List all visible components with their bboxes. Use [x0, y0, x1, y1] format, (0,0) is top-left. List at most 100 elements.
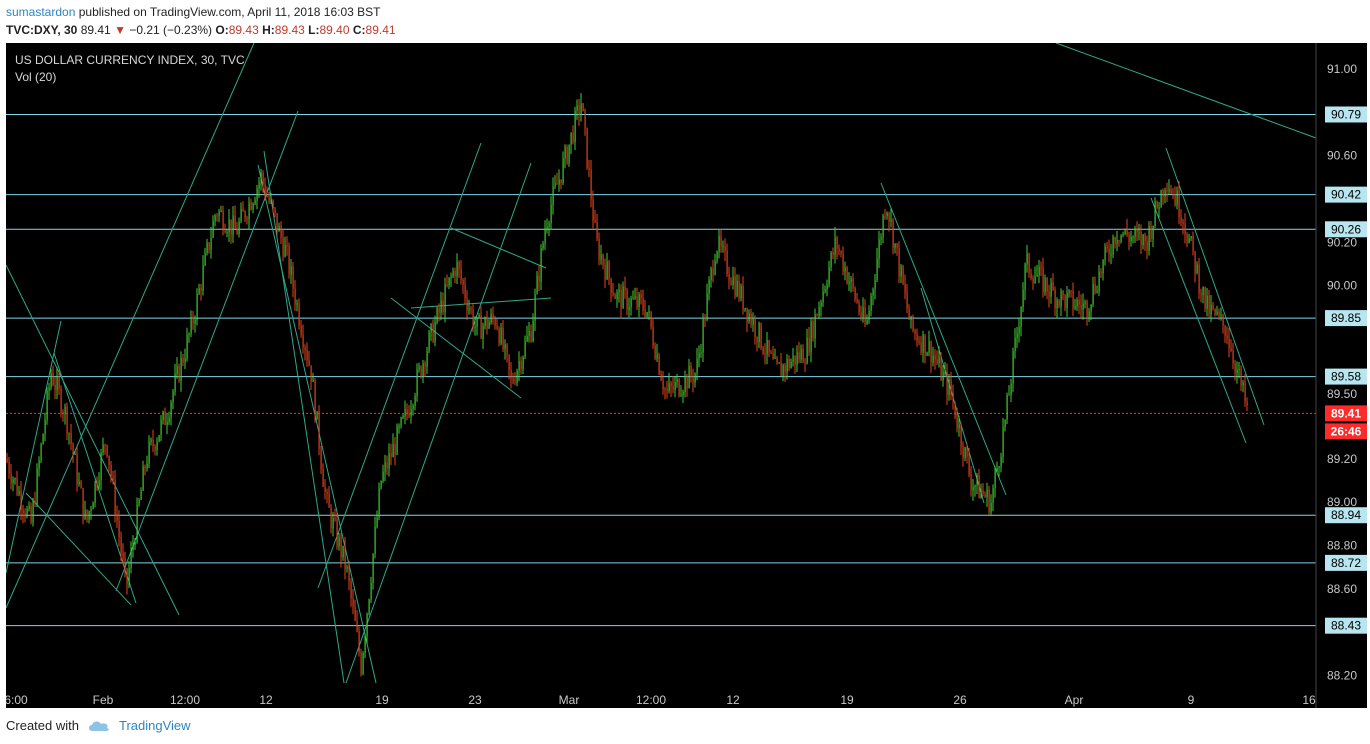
candle [1206, 287, 1208, 317]
candle [212, 215, 214, 239]
candle [1220, 307, 1222, 321]
candle-body [302, 335, 304, 348]
candle-body [728, 274, 730, 281]
candle-body [172, 391, 174, 403]
candle-body [1148, 226, 1150, 251]
candle [884, 208, 886, 220]
candle [1214, 308, 1216, 317]
candle [310, 365, 312, 390]
candle [1082, 293, 1084, 320]
candle-body [1118, 240, 1120, 242]
candle-body [1224, 325, 1226, 336]
candle-body [1122, 234, 1124, 236]
candle [530, 324, 532, 343]
candle [344, 536, 346, 580]
candle [434, 315, 436, 347]
candle [902, 264, 904, 286]
candle-body [156, 441, 158, 451]
candle [558, 169, 560, 192]
candle-body [588, 168, 590, 170]
candle [80, 479, 82, 489]
candle-body [756, 336, 758, 342]
candle [992, 484, 994, 512]
candle-body [742, 285, 744, 310]
candle [298, 298, 300, 330]
candle-body [1170, 189, 1172, 194]
candle [182, 353, 184, 366]
candle-body [474, 326, 476, 328]
candle [234, 205, 236, 229]
candle-body [884, 215, 886, 217]
candle-body [900, 265, 902, 277]
candle-body [304, 347, 306, 351]
candle [156, 437, 158, 456]
candle-body [192, 316, 194, 324]
tradingview-brand-link[interactable]: TradingView [119, 718, 191, 733]
candle-body [688, 366, 690, 389]
candle-body [484, 317, 486, 326]
candle [554, 175, 556, 190]
candle [160, 415, 162, 442]
candle-body [766, 340, 768, 355]
candle-body [480, 314, 482, 339]
candle-body [134, 542, 136, 545]
candle-body [974, 485, 976, 487]
candle-body [710, 268, 712, 280]
candle-body [1136, 230, 1138, 233]
candle-body [520, 361, 522, 369]
author-link[interactable]: sumastardon [6, 5, 75, 19]
candle-body [524, 341, 526, 358]
candle-body [1046, 277, 1048, 292]
candle [1144, 232, 1146, 251]
candle [198, 283, 200, 295]
candle [78, 472, 80, 487]
candle [1066, 285, 1068, 317]
candle [116, 505, 118, 529]
candle [926, 351, 928, 357]
candle-body [680, 394, 682, 396]
candle-body [98, 480, 100, 487]
candle [368, 598, 370, 616]
candle-body [434, 322, 436, 342]
candle [1162, 188, 1164, 205]
candle-body [1192, 236, 1194, 252]
candle [120, 531, 122, 561]
candle [336, 511, 338, 550]
candle-body [126, 568, 128, 584]
candle [200, 283, 202, 301]
candle-body [902, 265, 904, 284]
candle-body [596, 221, 598, 239]
candle-body [498, 328, 500, 344]
candle [886, 211, 888, 220]
candle-body [448, 277, 450, 286]
candle [614, 292, 616, 300]
candle [984, 491, 986, 498]
candle [130, 541, 132, 574]
candle-body [426, 351, 428, 367]
candle-body [760, 323, 762, 348]
x-tick-label: 12:00 [636, 693, 666, 707]
candle-body [806, 337, 808, 364]
candle [378, 482, 380, 521]
candle-body [166, 421, 168, 425]
candle [96, 476, 98, 491]
candle-body [898, 248, 900, 277]
candle-body [758, 323, 760, 342]
candle-body [204, 252, 206, 266]
candle-body [1156, 201, 1158, 208]
candle-body [228, 219, 230, 233]
candle-body [314, 379, 316, 420]
candle [588, 159, 590, 178]
candle [230, 219, 232, 244]
candle [806, 328, 808, 365]
candle [664, 386, 666, 400]
candle-body [152, 439, 154, 446]
chart-area[interactable]: 91.00 90.60 90.20 90.00 89.50 89.20 89.00 88.80… [4, 42, 1367, 708]
candle-body [1080, 304, 1082, 310]
price-chart[interactable]: 91.00 90.60 90.20 90.00 89.50 89.20 89.00 88.80… [4, 42, 1367, 708]
candle-body [560, 179, 562, 183]
candle [538, 265, 540, 291]
candle-body [1110, 254, 1112, 256]
candle-body [1176, 190, 1178, 206]
candle [728, 266, 730, 290]
